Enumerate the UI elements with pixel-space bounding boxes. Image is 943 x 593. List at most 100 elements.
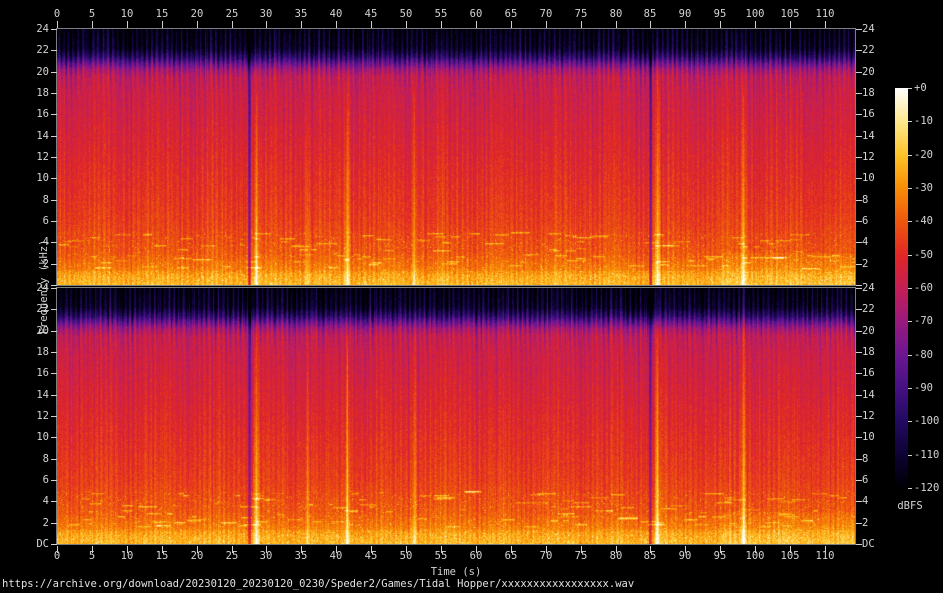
colorbar-tick-label: -110	[914, 449, 940, 461]
time-tick-label: 45	[364, 550, 378, 562]
freq-tick	[51, 200, 57, 201]
time-tick-label: 15	[155, 550, 169, 562]
freq-tick-label: 10	[36, 431, 49, 443]
freq-tick-label: 12	[36, 151, 49, 163]
freq-tick-label: 22	[862, 44, 875, 56]
colorbar-tick-label: -120	[914, 482, 940, 494]
time-tick	[127, 21, 128, 28]
freq-tick-label: 14	[862, 130, 875, 142]
freq-tick-label: 12	[862, 151, 875, 163]
freq-tick-label: 18	[36, 87, 49, 99]
freq-tick-label: 2	[862, 517, 869, 529]
time-tick-label: 85	[643, 8, 657, 20]
time-tick	[266, 21, 267, 28]
time-tick	[720, 21, 721, 28]
time-tick	[476, 21, 477, 28]
spectrogram-channel-2-canvas	[57, 288, 855, 544]
freq-tick-label: 22	[36, 44, 49, 56]
time-tick-label: 30	[259, 550, 273, 562]
time-tick-label: 15	[155, 8, 169, 20]
freq-tick-label: 20	[36, 325, 49, 337]
spectrogram-channel-2	[56, 287, 856, 545]
time-tick	[162, 21, 163, 28]
time-tick	[232, 21, 233, 28]
time-tick-label: 60	[469, 550, 483, 562]
freq-tick-label: 22	[862, 303, 875, 315]
freq-tick-label: 14	[862, 389, 875, 401]
colorbar-tick	[908, 488, 912, 489]
colorbar-tick-label: -50	[914, 249, 933, 261]
time-tick-label: 35	[294, 8, 308, 20]
freq-tick	[51, 50, 57, 51]
freq-tick-label: 16	[862, 108, 875, 120]
freq-tick	[51, 72, 57, 73]
freq-tick-label: 2	[42, 258, 49, 270]
time-tick-label: 50	[399, 550, 413, 562]
time-tick-label: 105	[780, 550, 800, 562]
freq-tick-label: 10	[862, 431, 875, 443]
freq-tick	[51, 264, 57, 265]
colorbar-tick-label: -90	[914, 382, 933, 394]
time-tick	[650, 21, 651, 28]
freq-tick-label: 6	[42, 215, 49, 227]
time-tick-label: 110	[815, 8, 835, 20]
colorbar-tick	[908, 88, 912, 89]
time-tick-label: 55	[434, 550, 448, 562]
time-tick-label: 20	[190, 550, 204, 562]
time-tick-label: 25	[225, 8, 239, 20]
spectrogram-channel-1-canvas	[57, 29, 855, 285]
source-url: https://archive.org/download/20230120_20…	[2, 578, 635, 590]
time-tick-label: 50	[399, 8, 413, 20]
freq-tick	[51, 416, 57, 417]
time-tick-label: 25	[225, 550, 239, 562]
freq-tick-label: 4	[42, 495, 49, 507]
freq-tick-label: 12	[36, 410, 49, 422]
colorbar-tick	[908, 121, 912, 122]
freq-tick-label: 20	[862, 325, 875, 337]
colorbar-title: dBFS	[897, 500, 923, 512]
freq-tick	[51, 288, 57, 289]
time-tick-label: 40	[329, 550, 343, 562]
time-tick	[441, 21, 442, 28]
time-tick-label: 70	[539, 8, 553, 20]
time-tick-label: 75	[574, 8, 588, 20]
freq-tick-label: 4	[862, 495, 869, 507]
time-tick	[301, 21, 302, 28]
colorbar-tick	[908, 188, 912, 189]
freq-tick	[51, 93, 57, 94]
freq-tick-label: DC	[862, 538, 875, 550]
colorbar-tick-label: -60	[914, 282, 933, 294]
colorbar-tick	[908, 221, 912, 222]
time-tick-label: 95	[713, 550, 727, 562]
freq-tick-label: 20	[862, 66, 875, 78]
time-tick	[371, 21, 372, 28]
freq-tick	[51, 221, 57, 222]
colorbar-tick	[908, 388, 912, 389]
freq-tick	[51, 285, 57, 286]
freq-tick	[51, 242, 57, 243]
freq-tick-label: 24	[36, 23, 49, 35]
freq-tick-label: 14	[36, 130, 49, 142]
time-tick	[685, 21, 686, 28]
time-tick-label: 70	[539, 550, 553, 562]
time-tick-label: 80	[609, 550, 623, 562]
freq-tick-label: 18	[862, 346, 875, 358]
freq-tick-label: 24	[36, 282, 49, 294]
time-tick	[546, 21, 547, 28]
freq-tick	[51, 437, 57, 438]
colorbar-tick-label: +0	[914, 82, 927, 94]
freq-tick	[51, 480, 57, 481]
time-tick-label: 60	[469, 8, 483, 20]
freq-tick-label: 6	[862, 215, 869, 227]
colorbar	[895, 88, 908, 488]
freq-tick	[51, 136, 57, 137]
freq-tick-label: 20	[36, 66, 49, 78]
colorbar-tick-label: -10	[914, 115, 933, 127]
time-tick-label: 85	[643, 550, 657, 562]
time-tick-label: 40	[329, 8, 343, 20]
freq-tick-label: 8	[42, 194, 49, 206]
freq-tick-label: 10	[862, 172, 875, 184]
freq-tick-label: 16	[36, 367, 49, 379]
time-tick	[790, 21, 791, 28]
freq-tick-label: 12	[862, 410, 875, 422]
